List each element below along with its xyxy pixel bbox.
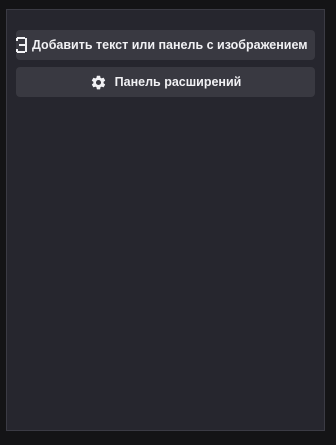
add-button-label: Добавить текст или панель с изображением (32, 38, 308, 52)
add-text-or-image-panel-button[interactable]: Добавить текст или панель с изображением (16, 30, 315, 60)
extensions-panel-button[interactable]: Панель расширений (16, 67, 315, 97)
side-panel: Добавить текст или панель с изображением… (6, 9, 325, 431)
add-panel-icon (16, 37, 28, 53)
gear-icon (90, 74, 108, 91)
extensions-button-label: Панель расширений (114, 75, 242, 89)
